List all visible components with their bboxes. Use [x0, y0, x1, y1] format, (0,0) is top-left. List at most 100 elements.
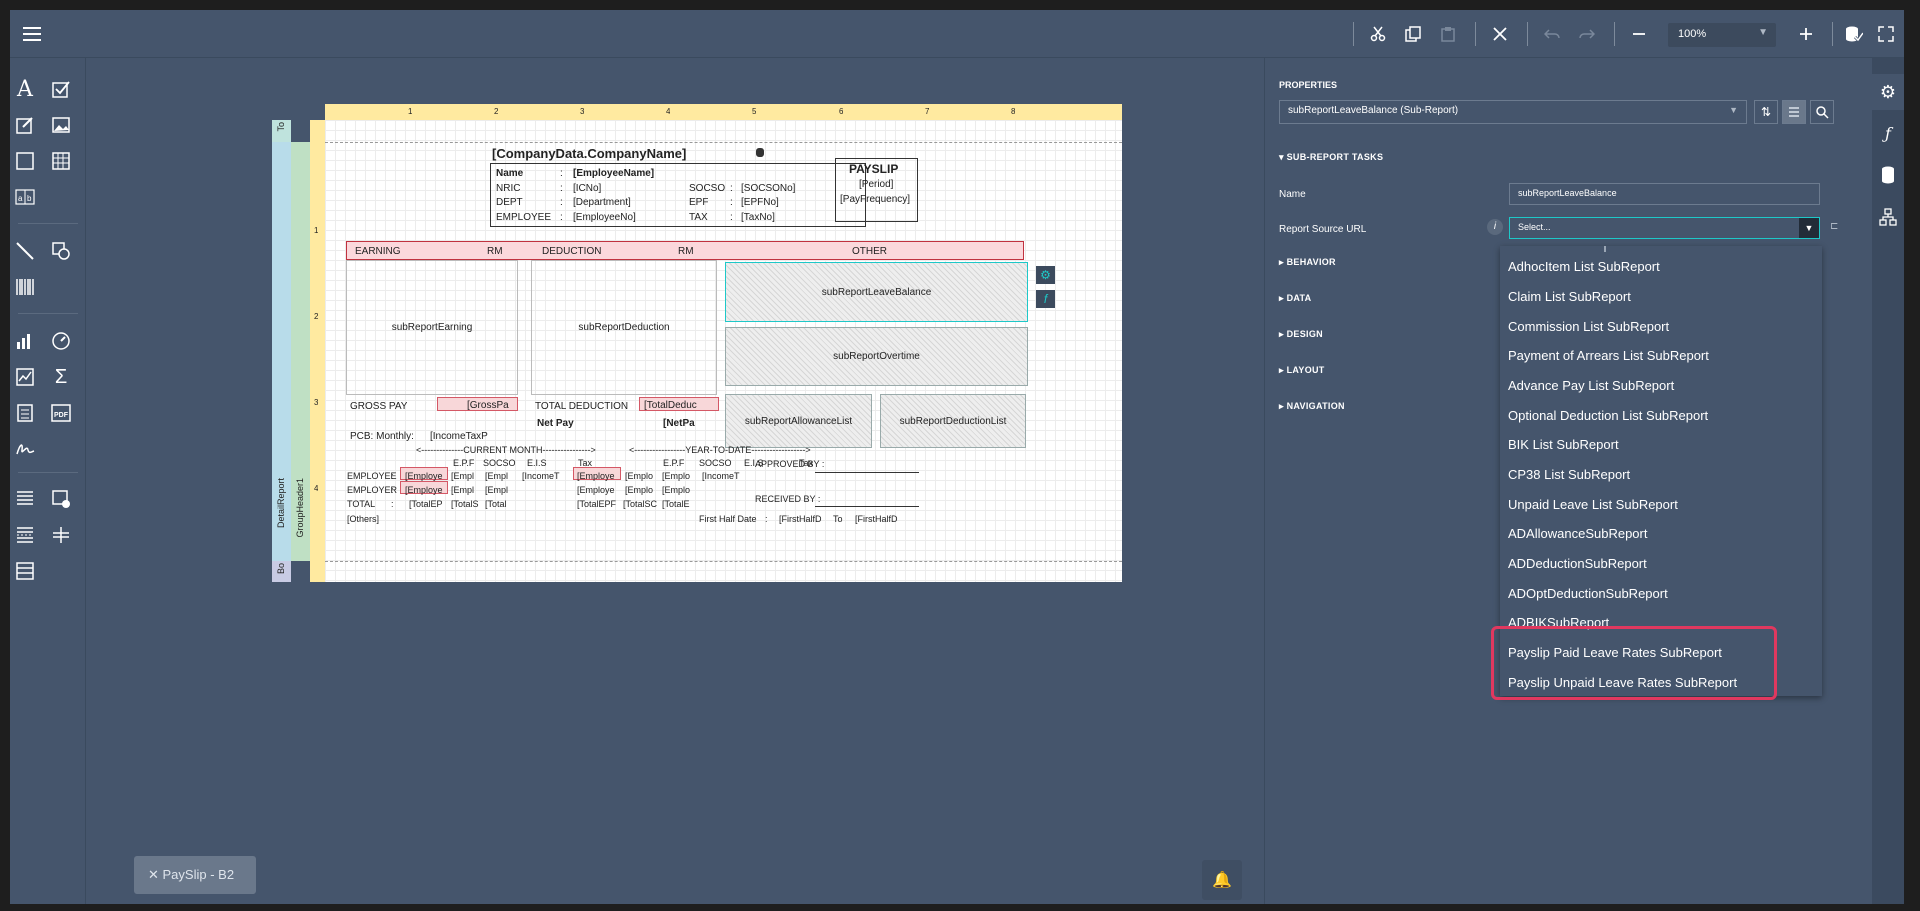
table-tool-icon[interactable] [46, 146, 76, 176]
toolbox: A ab Σ PDF [10, 58, 86, 904]
zoom-out-icon[interactable] [1625, 20, 1653, 48]
expressions-icon[interactable]: ƒ [1877, 122, 1899, 144]
summary-tool-icon[interactable]: Σ [46, 362, 76, 392]
dropdown-option[interactable]: Payment of Arrears List SubReport [1500, 341, 1822, 371]
field-list-icon[interactable] [1877, 164, 1899, 186]
page-break-icon[interactable] [10, 520, 40, 550]
net-pay-field[interactable]: [NetPa [663, 418, 695, 430]
subreport-leave-balance[interactable]: subReportLeaveBalance [725, 262, 1028, 322]
copy-icon[interactable] [1399, 20, 1427, 48]
design-canvas[interactable]: To DetailReport GroupHeader1 Bo 1 2 3 4 … [86, 58, 1264, 904]
name-label: Name [1279, 189, 1306, 200]
dropdown-option[interactable]: ADDeductionSubReport [1500, 549, 1822, 579]
section-design[interactable]: ▸ DESIGN [1279, 329, 1323, 340]
dropdown-option[interactable]: Advance Pay List SubReport [1500, 371, 1822, 401]
svg-text:a: a [18, 194, 23, 203]
dropdown-option[interactable]: AdhocItem List SubReport [1500, 252, 1822, 282]
report-surface[interactable]: [CompanyData.CompanyName] Name : [Employ… [325, 120, 1122, 582]
subreport-allowance-list[interactable]: subReportAllowanceList [725, 394, 872, 448]
chevron-down-icon: ▼ [1758, 27, 1768, 38]
gauge-tool-icon[interactable] [46, 326, 76, 356]
pay-frequency-field[interactable]: [PayFrequency] [840, 194, 910, 206]
period-field[interactable]: [Period] [859, 179, 893, 191]
component-selector[interactable]: subReportLeaveBalance (Sub-Report) ▼ [1279, 100, 1747, 124]
sparkline-tool-icon[interactable] [10, 362, 40, 392]
save-report-icon[interactable] [1840, 20, 1868, 48]
dropdown-option[interactable]: Optional Deduction List SubReport [1500, 401, 1822, 431]
chevron-down-icon[interactable]: ▼ [1799, 218, 1819, 238]
document-tab[interactable]: ✕ PaySlip - B2 [134, 856, 256, 894]
collection-editor-icon[interactable]: ⊏ [1830, 221, 1840, 232]
section-subreport-tasks[interactable]: ▾ SUB-REPORT TASKS [1279, 152, 1383, 163]
panel-tool-icon[interactable] [10, 146, 40, 176]
sort-icon[interactable]: ⇅ [1754, 100, 1778, 124]
info-icon[interactable]: i [1487, 219, 1503, 235]
zoom-in-icon[interactable] [1792, 20, 1820, 48]
line-tool-icon[interactable] [10, 236, 40, 266]
name-input[interactable]: subReportLeaveBalance [1509, 183, 1820, 205]
report-source-url-select[interactable]: Select... ▼ [1509, 217, 1820, 239]
page-break-info-icon[interactable] [46, 484, 76, 514]
band-label-bottom: Bo [276, 563, 286, 575]
page-info-icon[interactable] [10, 484, 40, 514]
section-layout[interactable]: ▸ LAYOUT [1279, 365, 1325, 376]
section-navigation[interactable]: ▸ NAVIGATION [1279, 401, 1345, 412]
close-icon[interactable]: ✕ [148, 867, 163, 882]
expression-icon[interactable]: f [1036, 290, 1055, 308]
top-toolbar: 100% ▼ [10, 10, 1904, 58]
subreport-overtime[interactable]: subReportOvertime [725, 327, 1028, 386]
cut-icon[interactable] [1364, 20, 1392, 48]
subreport-deduction[interactable]: subReportDeduction [531, 260, 717, 395]
richtext-tool-icon[interactable] [10, 110, 40, 140]
cross-band-icon[interactable] [46, 520, 76, 550]
cross-tab-icon[interactable] [10, 556, 40, 586]
dropdown-option[interactable]: ADAllowanceSubReport [1500, 519, 1822, 549]
properties-gear-icon[interactable]: ⚙ [1872, 74, 1904, 110]
employee-name-field[interactable]: [EmployeeName] [573, 168, 654, 180]
svg-text:PDF: PDF [54, 412, 69, 419]
hamburger-menu-icon[interactable] [18, 20, 46, 48]
character-comb-icon[interactable]: ab [10, 182, 40, 212]
chart-tool-icon[interactable] [10, 326, 40, 356]
report-explorer-icon[interactable] [1877, 206, 1899, 228]
pdf-content-icon[interactable]: PDF [46, 398, 76, 428]
dropdown-option[interactable]: Commission List SubReport [1500, 312, 1822, 342]
others-field[interactable]: [Others] [347, 513, 379, 525]
picture-tool-icon[interactable] [46, 110, 76, 140]
horizontal-ruler: 1 2 3 4 5 6 7 8 [325, 104, 1122, 120]
smart-tag-gear-icon[interactable]: ⚙ [1036, 266, 1055, 284]
label-tool-icon[interactable]: A [10, 74, 40, 104]
fullscreen-icon[interactable] [1872, 20, 1900, 48]
dropdown-option[interactable]: ADOptDeductionSubReport [1500, 579, 1822, 609]
zoom-select[interactable]: 100% ▼ [1668, 23, 1776, 47]
redo-icon[interactable] [1573, 20, 1601, 48]
signature-tool-icon[interactable] [10, 434, 40, 464]
section-behavior[interactable]: ▸ BEHAVIOR [1279, 257, 1336, 268]
report-designer-app: 100% ▼ A ab Σ PDF To DetailReport GroupH… [10, 10, 1904, 904]
categories-icon[interactable] [1782, 100, 1806, 124]
svg-text:b: b [27, 194, 32, 203]
dropdown-option[interactable]: Unpaid Leave List SubReport [1500, 490, 1822, 520]
dropdown-option[interactable]: Claim List SubReport [1500, 282, 1822, 312]
company-name-field[interactable]: [CompanyData.CompanyName] [492, 146, 686, 161]
gross-pay-field[interactable]: [GrossPa [467, 400, 509, 412]
subreport-earning[interactable]: subReportEarning [346, 260, 518, 395]
dropdown-option[interactable]: CP38 List SubReport [1500, 460, 1822, 490]
barcode-tool-icon[interactable] [10, 272, 40, 302]
undo-icon[interactable] [1538, 20, 1566, 48]
right-nav: ⚙ ƒ [1872, 58, 1904, 904]
section-data[interactable]: ▸ DATA [1279, 293, 1312, 304]
dropdown-option[interactable]: BIK List SubReport [1500, 430, 1822, 460]
paste-icon[interactable] [1434, 20, 1462, 48]
vertical-ruler [310, 120, 325, 582]
subreport-deduction-list[interactable]: subReportDeductionList [880, 394, 1026, 448]
checkbox-tool-icon[interactable] [46, 74, 76, 104]
total-deduction-field[interactable]: [TotalDeduc [644, 400, 697, 412]
toc-tool-icon[interactable] [10, 398, 40, 428]
payslip-title: PAYSLIP [849, 163, 899, 175]
shape-tool-icon[interactable] [46, 236, 76, 266]
notification-bell-icon[interactable]: 🔔 [1202, 860, 1242, 900]
delete-icon[interactable] [1486, 20, 1514, 48]
band-label-detail: DetailReport [276, 478, 286, 529]
search-icon[interactable] [1810, 100, 1834, 124]
